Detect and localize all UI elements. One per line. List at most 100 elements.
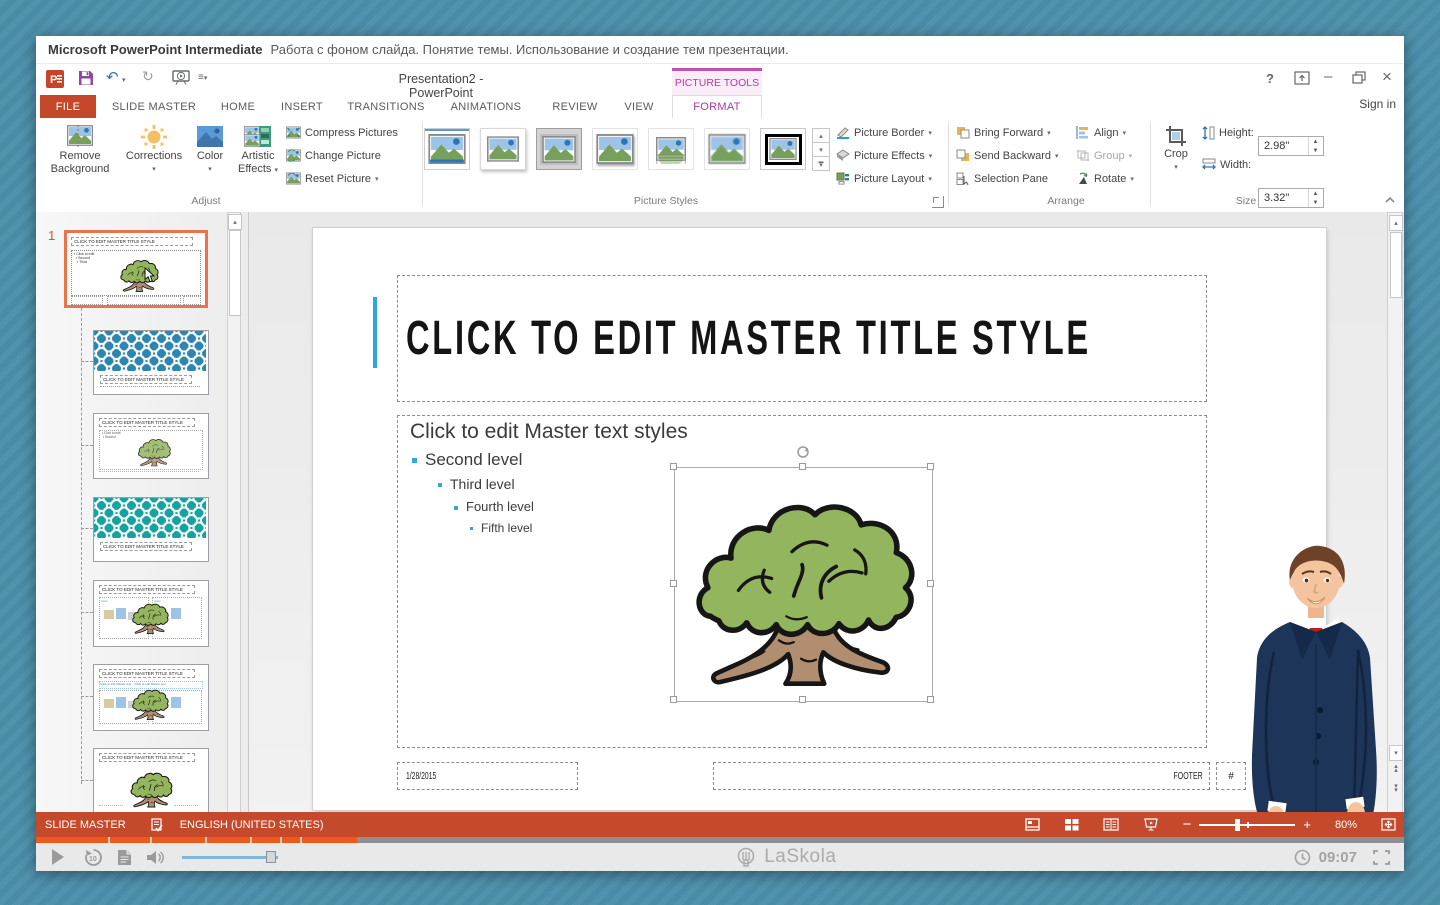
spellcheck-icon[interactable] xyxy=(150,818,164,832)
zoom-slider-thumb[interactable] xyxy=(1235,819,1240,831)
panel-scrollbar[interactable]: ▴ ▾ xyxy=(227,212,241,848)
normal-view-icon[interactable] xyxy=(1025,818,1040,831)
send-backward-button[interactable]: Send Backward▾ xyxy=(956,149,1059,162)
previous-slide-icon[interactable]: ▴▴ xyxy=(1390,765,1402,773)
change-picture-button[interactable]: Change Picture xyxy=(286,149,381,162)
restore-icon[interactable] xyxy=(1352,71,1366,84)
width-spinner-icons[interactable]: ▲▼ xyxy=(1308,189,1322,207)
save-icon[interactable] xyxy=(78,70,94,86)
tab-transitions[interactable]: TRANSITIONS xyxy=(340,95,432,118)
thumbnail-layout-4[interactable]: CLICK TO EDIT MASTER TITLE STYLE ▪▪▪▪▪▪ … xyxy=(93,580,209,647)
footer-placeholder[interactable]: FOOTER xyxy=(713,762,1210,790)
tab-format[interactable]: FORMAT xyxy=(672,95,762,118)
corrections-button[interactable]: Corrections ▾ xyxy=(122,124,186,176)
picture-style-thumb-2[interactable] xyxy=(480,128,526,170)
thumbnail-layout-2[interactable]: CLICK TO EDIT MASTER TITLE STYLE ▪ Click… xyxy=(93,413,209,479)
bring-forward-button[interactable]: Bring Forward▾ xyxy=(956,126,1051,139)
fullscreen-icon[interactable] xyxy=(1373,850,1390,865)
tab-animations[interactable]: ANIMATIONS xyxy=(440,95,532,118)
height-spinner-icons[interactable]: ▲▼ xyxy=(1308,137,1322,155)
slide-canvas[interactable]: CLICK TO EDIT MASTER TITLE STYLE Click t… xyxy=(313,228,1326,810)
status-view-label[interactable]: SLIDE MASTER xyxy=(45,819,126,831)
picture-styles-dialog-launcher-icon[interactable] xyxy=(932,196,944,208)
resize-handle-s[interactable] xyxy=(799,696,806,703)
resize-handle-e[interactable] xyxy=(927,580,934,587)
reset-picture-button[interactable]: Reset Picture ▾ xyxy=(286,172,379,185)
crop-button[interactable]: Crop ▾ xyxy=(1158,124,1194,174)
picture-style-thumb-5[interactable] xyxy=(648,128,694,170)
redo-icon[interactable]: ↻ xyxy=(142,68,154,85)
fit-slide-icon[interactable] xyxy=(1381,818,1396,831)
volume-slider-thumb[interactable] xyxy=(266,851,276,863)
tab-slide-master[interactable]: SLIDE MASTER xyxy=(104,95,204,118)
resize-handle-n[interactable] xyxy=(799,463,806,470)
panel-scroll-thumb[interactable] xyxy=(229,230,241,316)
thumbnail-layout-5[interactable]: CLICK TO EDIT MASTER TITLE STYLE Click t… xyxy=(93,664,209,731)
thumbnail-layout-1[interactable]: CLICK TO EDIT MASTER TITLE STYLE xyxy=(93,330,209,395)
rotate-handle-icon[interactable] xyxy=(795,444,811,460)
ribbon-display-icon[interactable] xyxy=(1294,71,1310,85)
replay-10-icon[interactable]: 10 xyxy=(84,848,103,867)
zoom-slider[interactable] xyxy=(1199,819,1295,831)
picture-layout-button[interactable]: Picture Layout▾ xyxy=(836,172,932,185)
tab-view[interactable]: VIEW xyxy=(614,95,664,118)
compress-pictures-button[interactable]: Compress Pictures xyxy=(286,126,398,139)
picture-border-button[interactable]: Picture Border▾ xyxy=(836,126,932,139)
help-icon[interactable]: ? xyxy=(1266,71,1274,86)
start-slideshow-icon[interactable] xyxy=(172,70,190,85)
play-icon[interactable] xyxy=(52,849,64,865)
picture-effects-button[interactable]: Picture Effects▾ xyxy=(836,149,932,162)
slide-scroll-down-icon[interactable]: ▾ xyxy=(1389,745,1403,761)
style-gallery-up-icon[interactable]: ▴ xyxy=(812,128,830,143)
align-button[interactable]: Align▾ xyxy=(1076,126,1126,139)
title-placeholder[interactable]: CLICK TO EDIT MASTER TITLE STYLE xyxy=(397,275,1207,402)
tab-file[interactable]: FILE xyxy=(40,95,96,118)
zoom-percentage[interactable]: 80% xyxy=(1335,819,1357,831)
sign-in-link[interactable]: Sign in xyxy=(1359,97,1396,111)
color-button[interactable]: Color ▾ xyxy=(190,124,230,176)
rotate-button[interactable]: Rotate▾ xyxy=(1076,172,1134,185)
reading-view-icon[interactable] xyxy=(1103,818,1119,831)
date-placeholder[interactable]: 1/28/2015 xyxy=(397,762,578,790)
slide-sorter-icon[interactable] xyxy=(1064,818,1079,831)
artistic-effects-button[interactable]: Artistic Effects ▾ xyxy=(234,124,282,177)
zoom-in-icon[interactable]: + xyxy=(1303,817,1311,832)
status-language[interactable]: ENGLISH (UNITED STATES) xyxy=(180,819,324,831)
tab-insert[interactable]: INSERT xyxy=(272,95,332,118)
style-gallery-down-icon[interactable]: ▾ xyxy=(812,142,830,157)
panel-scroll-up-icon[interactable]: ▴ xyxy=(228,214,242,230)
resize-handle-ne[interactable] xyxy=(927,463,934,470)
picture-style-thumb-6[interactable] xyxy=(704,128,750,170)
picture-style-thumb-3-selected[interactable] xyxy=(536,128,582,170)
next-slide-icon[interactable]: ▾▾ xyxy=(1390,785,1402,793)
style-gallery-more-icon[interactable]: ▬▾ xyxy=(812,156,830,171)
slide-scroll-thumb[interactable] xyxy=(1390,232,1402,298)
picture-style-thumb-1[interactable] xyxy=(424,128,470,170)
resize-handle-sw[interactable] xyxy=(670,696,677,703)
selection-pane-button[interactable]: Selection Pane xyxy=(956,172,1048,185)
slide-scroll-up-icon[interactable]: ▴ xyxy=(1389,215,1403,231)
tab-review[interactable]: REVIEW xyxy=(544,95,606,118)
thumbnail-slide-master[interactable]: CLICK TO EDIT MASTER TITLE STYLE ▪ Click… xyxy=(64,230,208,308)
zoom-out-icon[interactable]: − xyxy=(1183,816,1192,833)
resize-handle-se[interactable] xyxy=(927,696,934,703)
thumbnail-layout-3[interactable]: CLICK TO EDIT MASTER TITLE STYLE xyxy=(93,497,209,562)
minimize-icon[interactable]: – xyxy=(1324,68,1332,85)
slideshow-view-icon[interactable] xyxy=(1143,818,1159,831)
slide-scrollbar[interactable]: ▴ ▾ ▴▴ ▾▾ xyxy=(1387,212,1403,848)
resize-handle-nw[interactable] xyxy=(670,463,677,470)
collapse-ribbon-icon[interactable] xyxy=(1384,196,1396,204)
undo-dropdown-icon[interactable]: ▾ xyxy=(122,76,126,84)
qat-customize-icon[interactable]: ≡▾ xyxy=(198,72,207,83)
close-icon[interactable]: × xyxy=(1382,67,1392,87)
undo-icon[interactable]: ↶ xyxy=(106,68,119,86)
picture-style-thumb-4[interactable] xyxy=(592,128,638,170)
tab-home[interactable]: HOME xyxy=(212,95,264,118)
picture-style-thumb-7[interactable] xyxy=(760,128,806,170)
notes-icon[interactable] xyxy=(117,849,132,866)
selected-picture-frame[interactable] xyxy=(674,467,933,702)
thumbnail-layout-6[interactable]: CLICK TO EDIT MASTER TITLE STYLE xyxy=(93,748,209,814)
height-input[interactable]: 2.98" ▲▼ xyxy=(1258,136,1324,156)
tree-image[interactable] xyxy=(683,476,923,692)
volume-slider[interactable] xyxy=(182,850,278,864)
